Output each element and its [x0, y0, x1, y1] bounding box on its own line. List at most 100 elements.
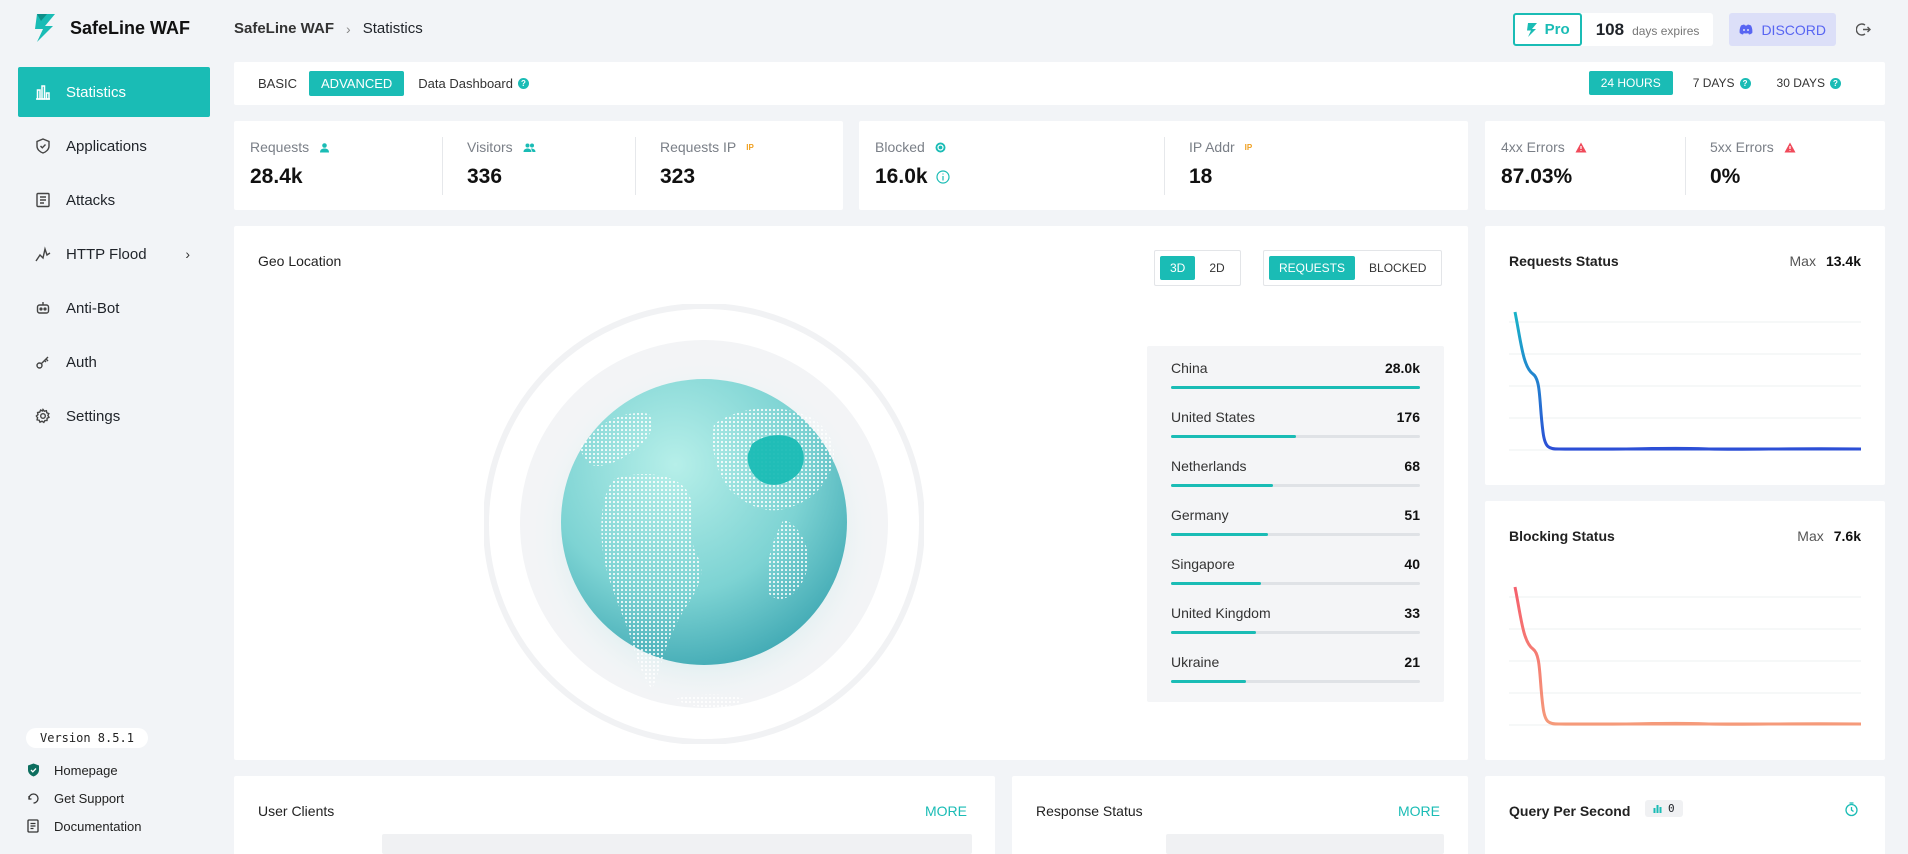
stat-value: 16.0k	[875, 165, 928, 188]
country-bar-fill	[1171, 435, 1296, 438]
version-badge: Version 8.5.1	[26, 728, 148, 748]
days-label: days expires	[1632, 23, 1700, 38]
sidebar-nav: Statistics Applications Attacks HTTP Flo…	[18, 67, 210, 445]
view-3d-button[interactable]: 3D	[1160, 256, 1196, 280]
stat-label: IP Addr	[1189, 139, 1235, 155]
logout-icon	[1855, 23, 1871, 36]
get-support-link[interactable]: Get Support	[26, 784, 141, 812]
tab-advanced[interactable]: ADVANCED	[309, 71, 405, 96]
geo-location-card: Geo Location 3D 2D REQUESTS BLOCKED Chin…	[234, 226, 1468, 760]
country-value: 51	[1404, 507, 1420, 523]
country-name: United Kingdom	[1171, 605, 1271, 621]
shield-icon	[34, 137, 52, 155]
blocking-status-line-tail	[1558, 721, 1861, 726]
refresh-timer-icon[interactable]	[1844, 802, 1859, 817]
sidebar-item-anti-bot[interactable]: Anti-Bot	[18, 283, 210, 333]
discord-label: DISCORD	[1761, 21, 1826, 38]
country-row: Ukraine 21	[1171, 654, 1420, 703]
sidebar-item-auth[interactable]: Auth	[18, 337, 210, 387]
stat-4xx-errors: 4xx Errors 87.03%	[1501, 139, 1587, 189]
sidebar-item-http-flood[interactable]: HTTP Flood ›	[18, 229, 210, 279]
sidebar-item-statistics[interactable]: Statistics	[18, 67, 210, 117]
time-tab-label: 7 DAYS	[1692, 76, 1735, 90]
key-icon	[34, 353, 52, 371]
robot-icon	[34, 299, 52, 317]
errors-stats-card: 4xx Errors 87.03% 5xx Errors 0%	[1485, 121, 1885, 210]
stat-label: Requests	[250, 139, 310, 155]
pulse-icon	[34, 245, 52, 263]
sidebar-item-settings[interactable]: Settings	[18, 391, 210, 441]
sidebar-item-label: Settings	[66, 407, 121, 425]
get-support-label: Get Support	[54, 790, 125, 806]
view-toggle: 3D 2D	[1154, 250, 1241, 286]
country-bar	[1171, 680, 1420, 683]
shield-home-icon	[26, 763, 40, 777]
qps-title: Query Per Second	[1509, 803, 1631, 819]
globe-3d[interactable]	[483, 303, 925, 745]
discord-button[interactable]: DISCORD	[1729, 13, 1836, 46]
country-value: 40	[1404, 556, 1420, 572]
documentation-label: Documentation	[54, 818, 142, 834]
qps-card: Query Per Second 0	[1485, 776, 1885, 854]
country-name: China	[1171, 360, 1208, 376]
country-bar	[1171, 582, 1420, 585]
sidebar-item-label: Attacks	[66, 191, 116, 209]
country-bar	[1171, 484, 1420, 487]
sidebar-item-attacks[interactable]: Attacks	[18, 175, 210, 225]
breadcrumb-root[interactable]: SafeLine WAF	[234, 20, 334, 37]
time-tab-7d[interactable]: 7 DAYS?	[1687, 72, 1757, 94]
requests-status-card: Requests Status Max 13.4k	[1485, 226, 1885, 485]
country-name: United States	[1171, 409, 1256, 425]
pro-label: Pro	[1544, 21, 1570, 38]
max-value: 13.4k	[1825, 253, 1861, 269]
requests-status-chart[interactable]	[1509, 292, 1861, 472]
qps-badge: 0	[1645, 800, 1683, 817]
time-tab-30d[interactable]: 30 DAYS?	[1771, 72, 1847, 94]
mode-requests-button[interactable]: REQUESTS	[1269, 256, 1356, 280]
sidebar-item-label: Statistics	[66, 83, 127, 101]
bar-chart-icon	[34, 83, 52, 101]
divider	[1164, 137, 1165, 195]
documentation-link[interactable]: Documentation	[26, 812, 141, 840]
response-status-title: Response Status	[1036, 803, 1143, 819]
country-bar-fill	[1171, 484, 1274, 487]
tab-data-dashboard[interactable]: Data Dashboard ?	[418, 76, 529, 91]
homepage-link[interactable]: Homepage	[26, 756, 141, 784]
requests-status-max: Max 13.4k	[1790, 253, 1862, 269]
stat-visitors: Visitors 336	[467, 139, 536, 189]
users-icon	[523, 143, 536, 152]
stat-requests: Requests 28.4k	[250, 139, 330, 189]
sidebar-item-label: HTTP Flood	[66, 245, 147, 263]
pro-badge[interactable]: Pro	[1512, 13, 1582, 46]
mode-blocked-button[interactable]: BLOCKED	[1359, 256, 1436, 280]
sidebar-item-applications[interactable]: Applications	[18, 121, 210, 171]
breadcrumb: SafeLine WAF › Statistics	[234, 20, 423, 37]
blocking-status-chart[interactable]	[1509, 567, 1861, 747]
country-value: 21	[1404, 654, 1420, 670]
header-actions: Pro 108 days expires DISCORD	[1512, 13, 1878, 46]
country-value: 28.0k	[1384, 360, 1420, 376]
chevron-right-icon: ›	[346, 20, 351, 37]
safeline-logo-icon	[30, 12, 60, 44]
stat-value: 87.03%	[1501, 165, 1573, 188]
view-tab-bar: BASIC ADVANCED Data Dashboard ? 24 HOURS…	[234, 62, 1885, 105]
stat-label: 5xx Errors	[1710, 139, 1774, 155]
country-row: United States 176	[1171, 409, 1420, 458]
breadcrumb-current: Statistics	[362, 20, 423, 37]
warning-icon	[1575, 142, 1587, 152]
response-status-preview	[1166, 834, 1444, 854]
stat-label: Requests IP	[660, 139, 737, 155]
user-clients-title: User Clients	[258, 803, 335, 819]
logout-button[interactable]	[1848, 15, 1878, 45]
user-clients-more-link[interactable]: MORE	[925, 803, 967, 819]
country-value: 33	[1404, 605, 1420, 621]
info-icon[interactable]	[935, 170, 950, 184]
tab-basic[interactable]: BASIC	[252, 72, 303, 95]
response-status-more-link[interactable]: MORE	[1398, 803, 1440, 819]
mode-toggle: REQUESTS BLOCKED	[1263, 250, 1443, 286]
country-row: Germany 51	[1171, 507, 1420, 556]
logo[interactable]: SafeLine WAF	[30, 12, 190, 44]
view-2d-button[interactable]: 2D	[1199, 256, 1234, 280]
time-tab-24h[interactable]: 24 HOURS	[1588, 71, 1673, 95]
days-value: 108	[1595, 19, 1625, 39]
